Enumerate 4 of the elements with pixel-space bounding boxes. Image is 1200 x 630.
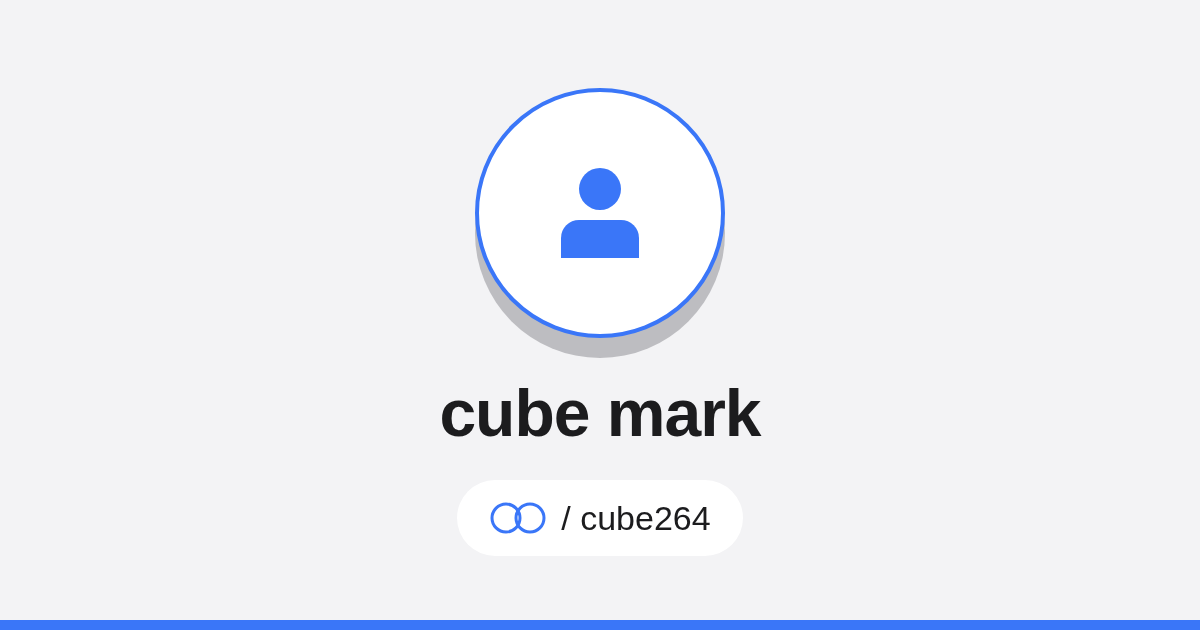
link-icon (489, 501, 548, 535)
username: / cube264 (561, 497, 711, 539)
profile-name: cube mark (439, 380, 761, 446)
person-icon (561, 168, 639, 258)
